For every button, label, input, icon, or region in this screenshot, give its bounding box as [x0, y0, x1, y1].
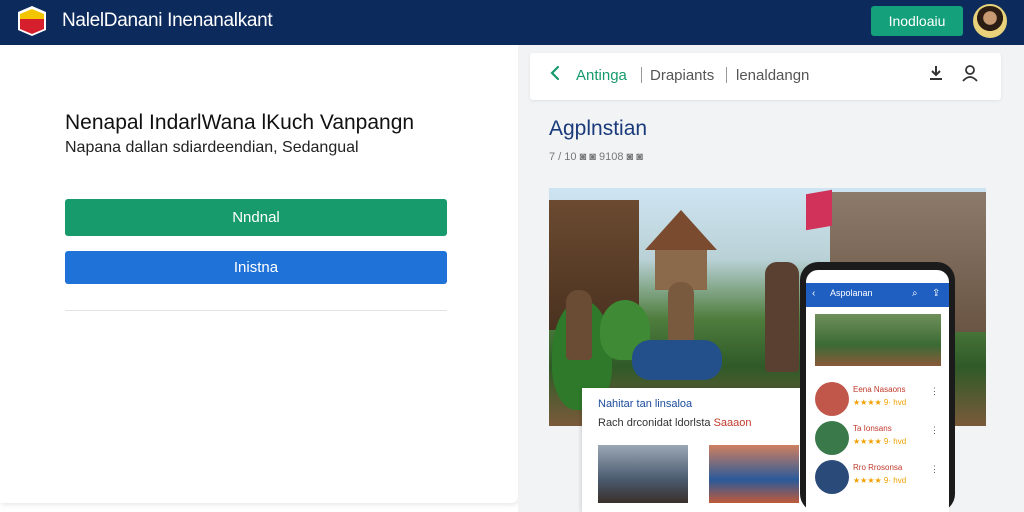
phone-share-icon[interactable]: ⇪ [932, 288, 940, 299]
thumbnail-image[interactable] [598, 445, 688, 503]
phone-back-icon[interactable]: ‹ [812, 288, 815, 299]
more-options-icon[interactable]: ⋮ [930, 386, 939, 397]
user-profile-icon[interactable] [962, 64, 978, 87]
phone-list-item[interactable]: Ta Ionsans ★★★★ 9· hvd ⋮ [815, 421, 941, 457]
phone-app-title: Aspolanan [830, 288, 873, 298]
list-item-name: Ta Ionsans [853, 424, 892, 433]
phone-bottom-nav [806, 496, 949, 512]
back-arrow-icon[interactable] [548, 64, 562, 87]
app-logo-icon[interactable] [17, 5, 47, 37]
app-title: Agplnstian [549, 117, 648, 140]
list-item-name: Eena Nasaons [853, 385, 906, 394]
download-icon[interactable] [928, 64, 944, 87]
tab-drapiants[interactable]: Drapiants [650, 67, 714, 84]
flag-image [806, 189, 832, 231]
list-thumbnail [815, 382, 849, 416]
thumbnail-image[interactable] [709, 445, 799, 503]
tab-separator [726, 67, 727, 83]
user-avatar[interactable] [973, 4, 1007, 38]
list-thumbnail [815, 460, 849, 494]
rating-stars: ★★★★ 9· hvd [853, 398, 907, 407]
info-card-title: Nahitar tan linsaloa [598, 398, 693, 410]
phone-photo [815, 314, 941, 366]
primary-cta-button[interactable]: Nndnal [65, 199, 447, 236]
phone-app-bar [806, 283, 949, 307]
motorbike-image [632, 340, 722, 380]
hero-subtitle: Napana dallan sdiardeendian, Sedangual [65, 139, 359, 156]
divider [65, 310, 447, 311]
person-image [765, 262, 799, 372]
phone-list-item[interactable]: Eena Nasaons ★★★★ 9· hvd ⋮ [815, 382, 941, 418]
tab-antinga[interactable]: Antinga [576, 67, 627, 84]
brand-name[interactable]: NalelDanani Inenanalkant [62, 10, 273, 32]
secondary-cta-button[interactable]: Inistna [65, 251, 447, 284]
app-meta-info: 7 / 10 ◙ ◙ 9108 ◙ ◙ [549, 151, 643, 163]
info-card-line: Rach drconidat ldorlsta Saaaon [598, 417, 752, 429]
tab-lenaldangn[interactable]: lenaldangn [736, 67, 809, 84]
roof-image [645, 210, 717, 250]
tab-separator [641, 67, 642, 83]
rating-stars: ★★★★ 9· hvd [853, 437, 907, 446]
rating-stars: ★★★★ 9· hvd [853, 476, 907, 485]
header-action-button[interactable]: Inodloaiu [871, 6, 963, 36]
more-options-icon[interactable]: ⋮ [930, 464, 939, 475]
phone-search-icon[interactable]: ⌕ [912, 288, 918, 299]
more-options-icon[interactable]: ⋮ [930, 425, 939, 436]
phone-list-item[interactable]: Rro Rrosonsa ★★★★ 9· hvd ⋮ [815, 460, 941, 496]
list-item-name: Rro Rrosonsa [853, 463, 903, 472]
hero-title: Nenapal IndarlWana lKuch Vanpangn [65, 111, 415, 134]
person-image [566, 290, 592, 360]
list-thumbnail [815, 421, 849, 455]
